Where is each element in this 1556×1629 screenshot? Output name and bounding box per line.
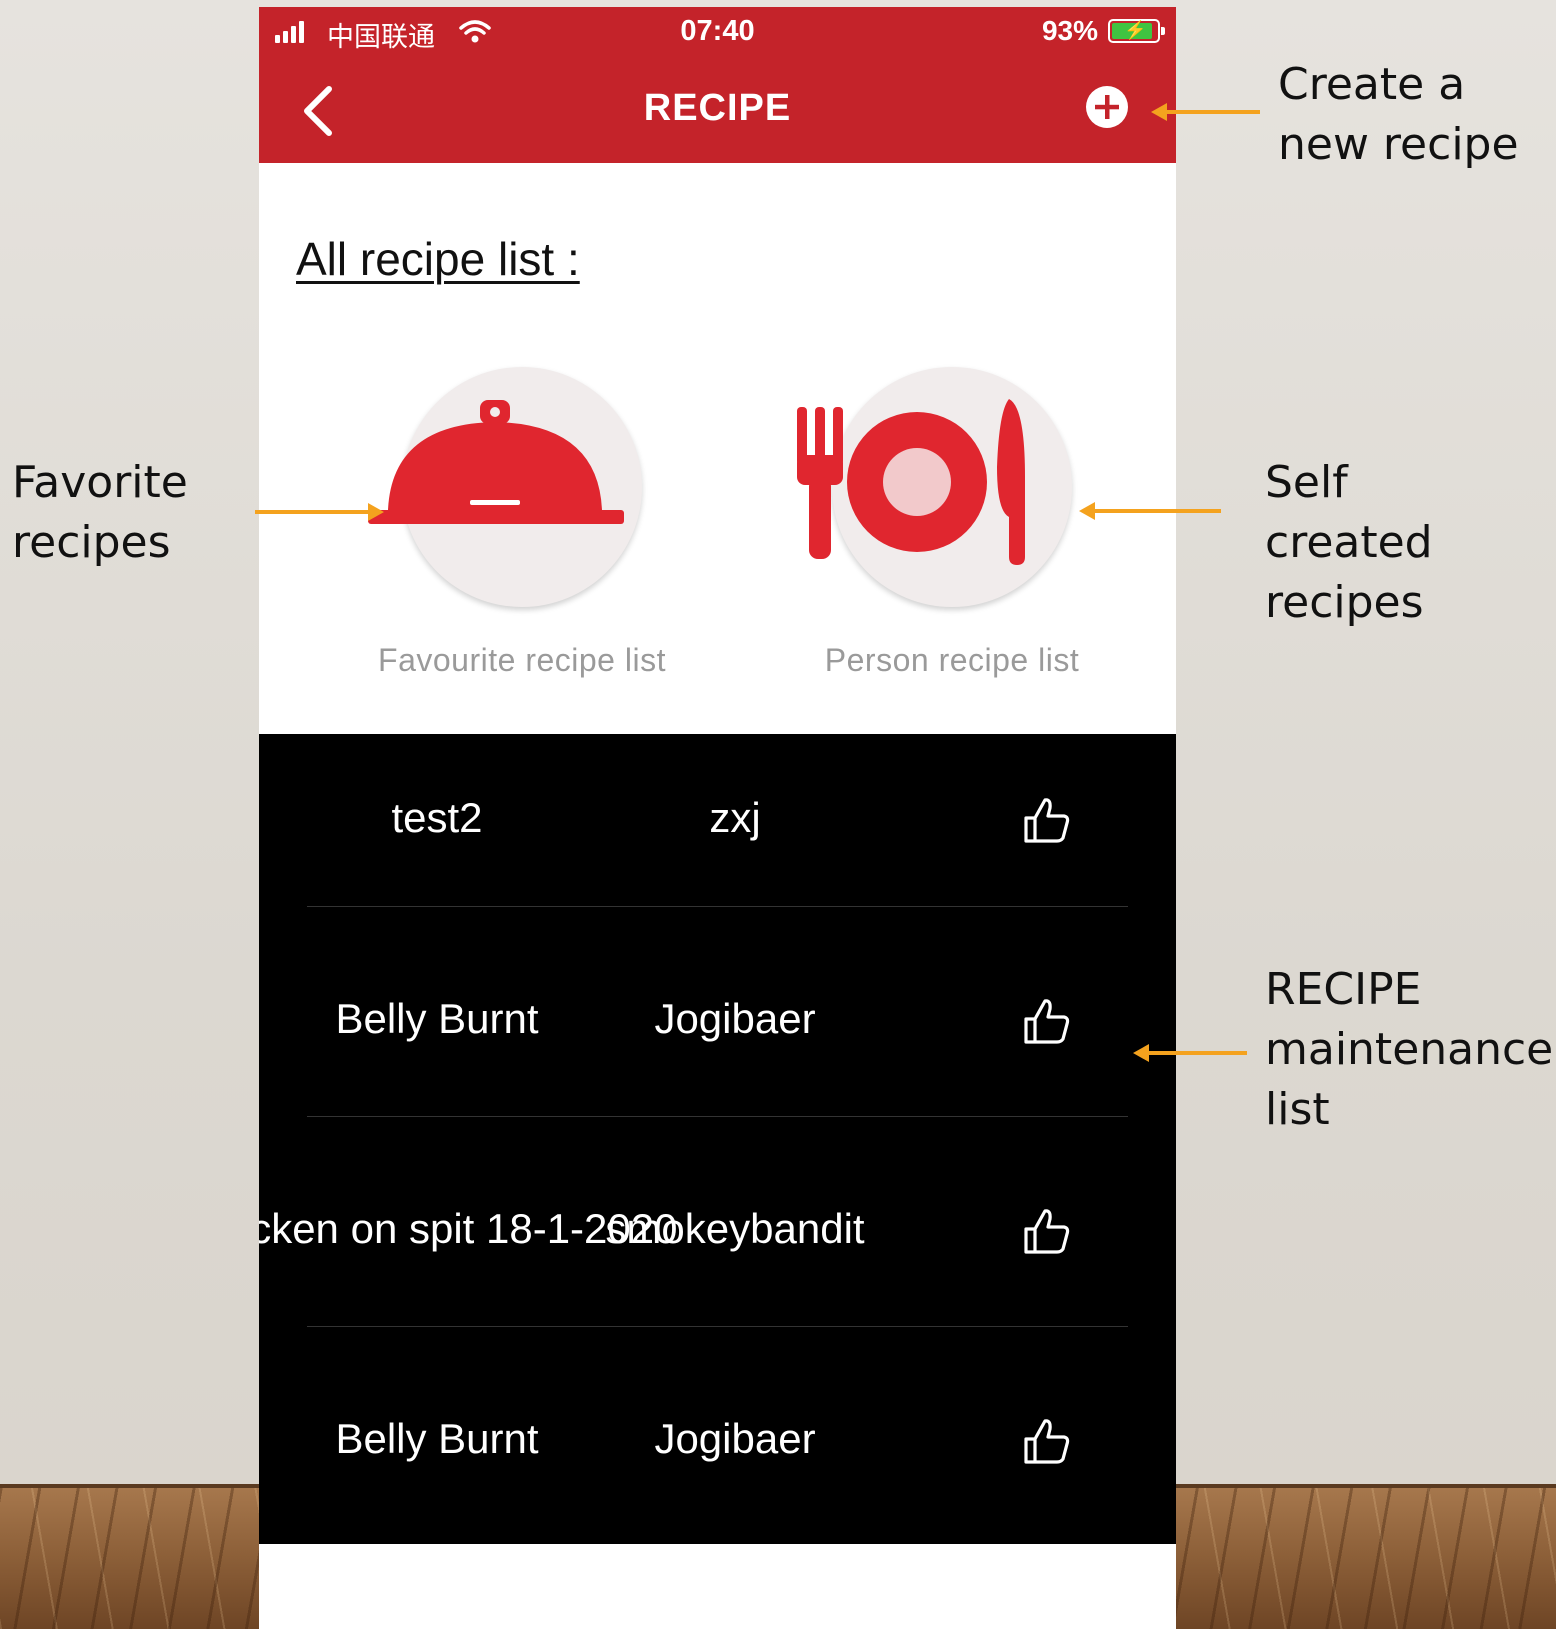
recipe-list: test2 zxj Belly Burnt Jogibaer chicken o… (259, 734, 1176, 1544)
favourite-recipe-list-tile[interactable]: Favourite recipe list (368, 367, 672, 687)
battery-percent: 93% (1041, 15, 1098, 46)
recipe-row[interactable]: Belly Burnt Jogibaer (259, 1327, 1176, 1544)
person-recipe-list-tile[interactable]: Person recipe list (797, 367, 1102, 687)
recipe-author: Jogibaer (654, 1415, 816, 1462)
clock: 07:40 (680, 15, 755, 47)
cloche-icon (368, 400, 624, 524)
page-title: RECIPE (643, 87, 792, 129)
recipe-author: smokeybandit (605, 1205, 865, 1252)
annotation-arrow-self-created (1079, 502, 1221, 520)
section-title: All recipe list : (296, 233, 580, 285)
favourite-recipe-list-label: Favourite recipe list (378, 642, 666, 678)
annotation-create: Create a new recipe (1278, 59, 1519, 170)
recipe-name: test2 (391, 794, 483, 841)
bottom-area (259, 1544, 1176, 1629)
annotation-maintenance: RECIPE maintenance list (1265, 964, 1554, 1135)
plate-cutlery-icon (797, 399, 1025, 565)
annotation-arrow-create (1151, 103, 1260, 121)
recipe-author: Jogibaer (654, 995, 816, 1042)
battery-icon: ⚡ (1108, 19, 1165, 43)
status-bar: 中国联通 07:40 93% ⚡ (259, 7, 1176, 57)
thumbs-up-icon[interactable] (1022, 1417, 1072, 1467)
add-recipe-icon[interactable] (1085, 85, 1129, 129)
annotation-arrow-maintenance (1133, 1044, 1247, 1062)
phone-screen: 中国联通 07:40 93% ⚡ RECIPE All recipe list … (259, 7, 1176, 1629)
recipe-author: zxj (709, 794, 761, 841)
person-recipe-list-label: Person recipe list (824, 642, 1080, 678)
recipe-row[interactable]: Belly Burnt Jogibaer (259, 907, 1176, 1117)
app-header: 中国联通 07:40 93% ⚡ RECIPE (259, 7, 1176, 163)
recipe-row[interactable]: chicken on spit 18-1-2020 smokeybandit (259, 1117, 1176, 1327)
recipe-name: Belly Burnt (335, 1415, 539, 1462)
annotation-arrow-favorite (255, 503, 384, 521)
thumbs-up-icon[interactable] (1022, 1207, 1072, 1257)
annotation-self-created: Self created recipes (1265, 457, 1433, 628)
recipe-row[interactable]: test2 zxj (259, 734, 1176, 907)
recipe-name: Belly Burnt (335, 995, 539, 1042)
thumbs-up-icon[interactable] (1022, 796, 1072, 846)
annotation-favorite: Favorite recipes (12, 457, 188, 568)
thumbs-up-icon[interactable] (1022, 997, 1072, 1047)
